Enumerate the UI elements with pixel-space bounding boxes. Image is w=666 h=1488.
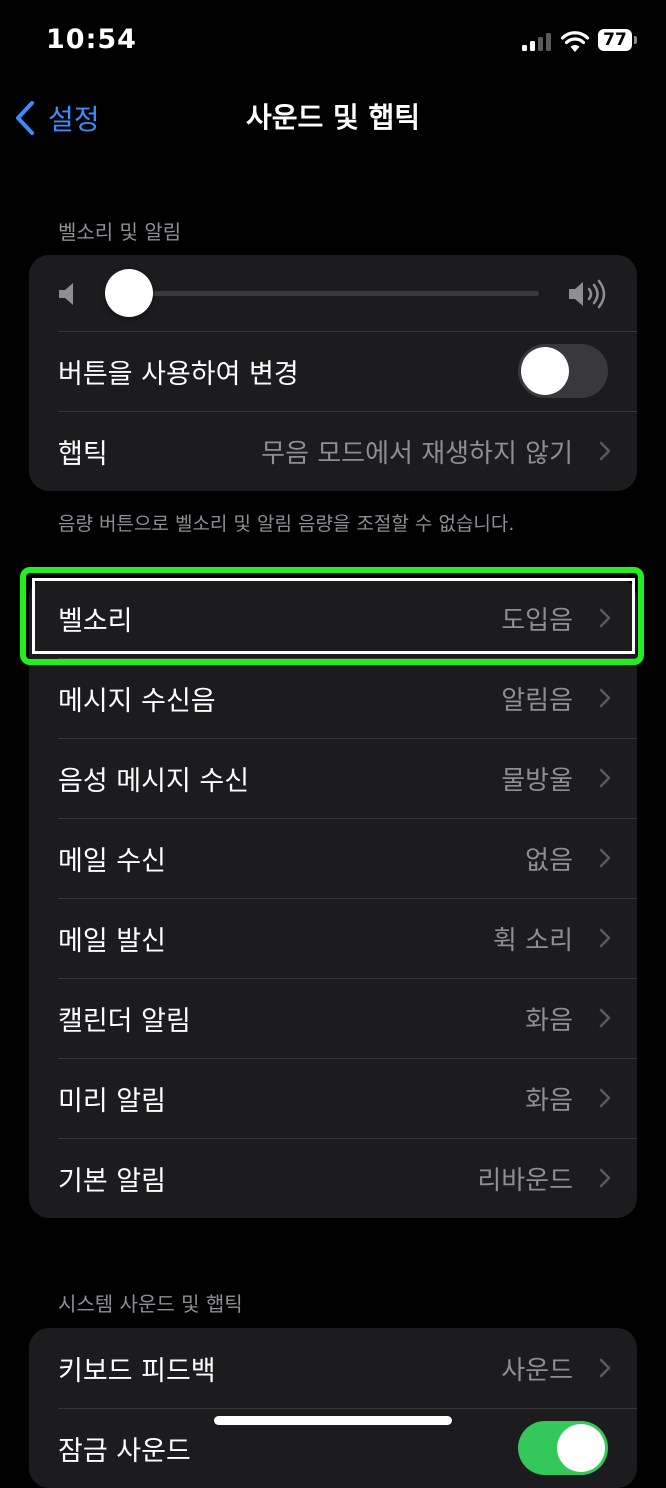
status-bar: 10:54 77 (0, 0, 666, 84)
keyboard-feedback-row[interactable]: 키보드 피드백 사운드 (29, 1328, 637, 1408)
row-value: 화음 (525, 1085, 573, 1116)
row-label: 메일 발신 (58, 925, 166, 957)
toggle-knob (521, 347, 569, 395)
row-label: 미리 알림 (58, 1085, 166, 1117)
row-value: 알림음 (501, 685, 573, 716)
sound-row-new-voicemail[interactable]: 음성 메시지 수신 물방울 (29, 738, 637, 818)
section-header-ringtone: 벨소리 및 알림 (58, 220, 182, 244)
sounds-group: 벨소리 도입음 메시지 수신음 알림음 음성 메시지 수신 물방울 메일 수신 … (29, 578, 637, 1218)
row-label: 메시지 수신음 (58, 685, 216, 717)
toggle-knob (557, 1424, 605, 1472)
sound-row-calendar-alerts[interactable]: 캘린더 알림 화음 (29, 978, 637, 1058)
row-value: 휙 소리 (492, 925, 573, 956)
sound-row-reminder-alerts[interactable]: 미리 알림 화음 (29, 1058, 637, 1138)
chevron-right-icon (599, 768, 611, 788)
row-value: 리바운드 (477, 1165, 573, 1196)
speaker-low-icon (59, 283, 73, 305)
lock-sound-toggle[interactable] (518, 1421, 608, 1475)
row-label: 음성 메시지 수신 (58, 765, 250, 797)
chevron-right-icon (599, 1008, 611, 1028)
system-sounds-group: 키보드 피드백 사운드 잠금 사운드 (29, 1328, 637, 1488)
navigation-bar: 설정 사운드 및 햅틱 (0, 84, 666, 154)
ringtone-alert-group: 버튼을 사용하여 변경 햅틱 무음 모드에서 재생하지 않기 (29, 255, 637, 491)
sound-row-sent-mail[interactable]: 메일 발신 휙 소리 (29, 898, 637, 978)
section-header-system-sounds: 시스템 사운드 및 햅틱 (58, 1292, 243, 1316)
row-value: 사운드 (501, 1355, 573, 1386)
page-title: 사운드 및 햅틱 (245, 101, 421, 134)
volume-slider-row (29, 255, 637, 331)
row-label: 키보드 피드백 (58, 1355, 216, 1387)
cellular-signal-icon (522, 33, 552, 51)
chevron-right-icon (599, 441, 611, 461)
change-with-buttons-toggle[interactable] (518, 344, 608, 398)
haptics-row[interactable]: 햅틱 무음 모드에서 재생하지 않기 (29, 411, 637, 491)
row-label: 캘린더 알림 (58, 1005, 191, 1037)
battery-icon: 77 (598, 29, 632, 51)
change-with-buttons-row: 버튼을 사용하여 변경 (29, 331, 637, 411)
sound-row-text-tone[interactable]: 메시지 수신음 알림음 (29, 658, 637, 738)
row-label: 잠금 사운드 (58, 1435, 191, 1467)
row-label: 기본 알림 (58, 1165, 166, 1197)
highlight-inner-box (32, 578, 635, 654)
row-value: 물방울 (501, 765, 573, 796)
speaker-high-icon (569, 279, 606, 309)
chevron-right-icon (599, 1358, 611, 1378)
section-footer-volume-note: 음량 버튼으로 벨소리 및 알림 음량을 조절할 수 없습니다. (58, 513, 515, 535)
chevron-right-icon (599, 1088, 611, 1108)
chevron-right-icon (599, 928, 611, 948)
battery-nub (634, 36, 637, 44)
home-indicator[interactable] (214, 1416, 452, 1425)
haptics-label: 햅틱 (58, 438, 108, 470)
row-value: 화음 (525, 1005, 573, 1036)
wifi-icon (560, 31, 590, 52)
volume-slider-thumb[interactable] (105, 269, 153, 317)
row-label: 메일 수신 (58, 845, 166, 877)
volume-slider-track[interactable] (109, 291, 539, 296)
sound-row-default-alerts[interactable]: 기본 알림 리바운드 (29, 1138, 637, 1218)
row-value: 없음 (525, 845, 573, 876)
haptics-value: 무음 모드에서 재생하지 않기 (261, 438, 573, 469)
sound-row-new-mail[interactable]: 메일 수신 없음 (29, 818, 637, 898)
change-with-buttons-label: 버튼을 사용하여 변경 (58, 358, 299, 390)
status-time: 10:54 (46, 24, 137, 55)
chevron-right-icon (599, 848, 611, 868)
chevron-right-icon (599, 688, 611, 708)
chevron-right-icon (599, 1168, 611, 1188)
